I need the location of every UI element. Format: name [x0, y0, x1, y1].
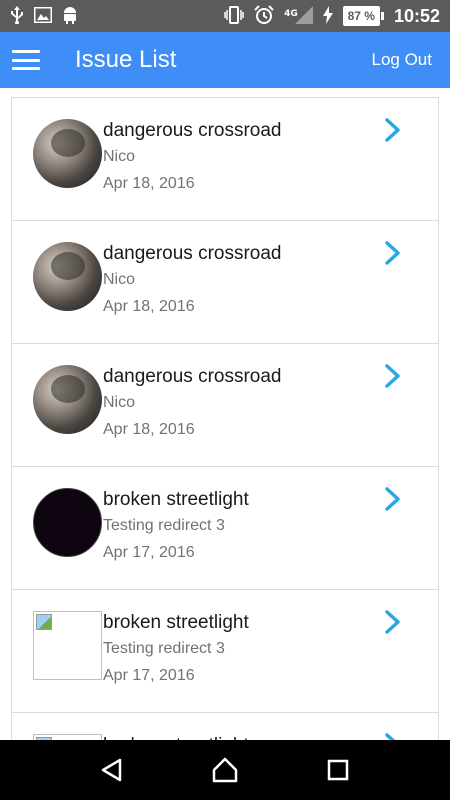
issue-avatar	[33, 365, 102, 434]
issue-row[interactable]: dangerous crossroad Nico Apr 18, 2016	[12, 98, 438, 221]
issue-author: Nico	[103, 271, 136, 288]
page-title: Issue List	[75, 46, 177, 73]
issue-date: Apr 17, 2016	[103, 667, 195, 684]
broken-image-glyph	[36, 614, 52, 630]
issue-title: broken streetlight	[103, 489, 249, 510]
image-icon	[33, 6, 53, 26]
issue-row[interactable]: broken streetlight	[12, 713, 438, 740]
chevron-right-icon[interactable]	[383, 733, 403, 740]
issue-row[interactable]: dangerous crossroad Nico Apr 18, 2016	[12, 344, 438, 467]
chevron-right-icon[interactable]	[383, 241, 403, 265]
issue-avatar	[33, 242, 102, 311]
issue-list-container[interactable]: dangerous crossroad Nico Apr 18, 2016 dange…	[0, 88, 450, 740]
battery-indicator: 87 %	[342, 6, 384, 26]
issue-row[interactable]: dangerous crossroad Nico Apr 18, 2016	[12, 221, 438, 344]
issue-title: dangerous crossroad	[103, 243, 282, 264]
issue-date: Apr 18, 2016	[103, 421, 195, 438]
network-type: 4G	[284, 8, 298, 19]
back-icon[interactable]	[97, 755, 127, 785]
navigation-bar	[0, 740, 450, 800]
issue-title: dangerous crossroad	[103, 120, 282, 141]
issue-title: broken streetlight	[103, 612, 249, 633]
issue-row[interactable]: broken streetlight Testing redirect 3 Apr …	[12, 467, 438, 590]
usb-icon	[10, 5, 24, 27]
recents-icon[interactable]	[323, 755, 353, 785]
broken-image-icon	[33, 611, 102, 680]
battery-tip	[380, 12, 384, 20]
issue-author: Nico	[103, 148, 136, 165]
status-bar: 4G 87 % 10:52	[0, 0, 450, 32]
vibrate-icon	[224, 5, 244, 27]
issue-list: dangerous crossroad Nico Apr 18, 2016 dange…	[11, 97, 439, 740]
charging-icon	[322, 5, 333, 27]
issue-date: Apr 18, 2016	[103, 298, 195, 315]
signal-icon: 4G	[284, 5, 313, 27]
issue-title: dangerous crossroad	[103, 366, 282, 387]
issue-avatar	[33, 119, 102, 188]
chevron-right-icon[interactable]	[383, 487, 403, 511]
chevron-right-icon[interactable]	[383, 364, 403, 388]
issue-avatar	[33, 488, 102, 557]
logout-button[interactable]: Log Out	[372, 50, 433, 70]
status-right-icons: 4G 87 % 10:52	[224, 4, 440, 28]
issue-date: Apr 18, 2016	[103, 175, 195, 192]
issue-date: Apr 17, 2016	[103, 544, 195, 561]
android-icon	[62, 6, 78, 27]
alarm-icon	[254, 4, 274, 28]
chevron-right-icon[interactable]	[383, 118, 403, 142]
issue-author: Testing redirect 3	[103, 640, 225, 657]
battery-level: 87 %	[342, 6, 380, 26]
menu-icon[interactable]	[12, 50, 40, 70]
home-icon[interactable]	[210, 755, 240, 785]
issue-author: Testing redirect 3	[103, 517, 225, 534]
app-bar: Issue List Log Out	[0, 32, 450, 88]
status-left-icons	[10, 5, 78, 27]
issue-author: Nico	[103, 394, 136, 411]
status-clock: 10:52	[393, 5, 440, 26]
chevron-right-icon[interactable]	[383, 610, 403, 634]
issue-row[interactable]: broken streetlight Testing redirect 3 Apr …	[12, 590, 438, 713]
